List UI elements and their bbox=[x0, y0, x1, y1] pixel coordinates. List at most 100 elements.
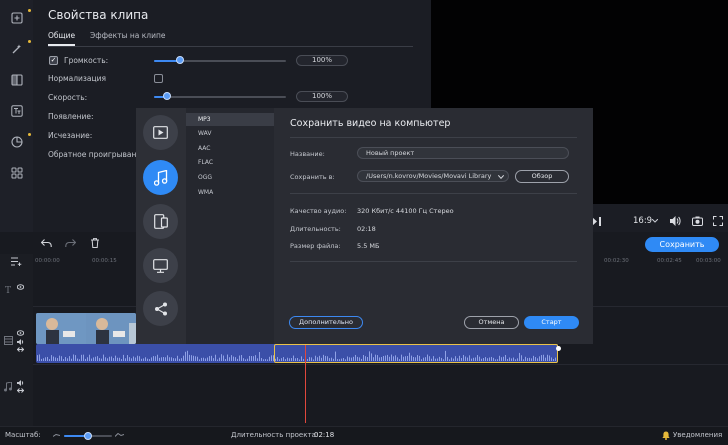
zoom-in-icon[interactable] bbox=[115, 433, 124, 437]
cancel-button[interactable]: Отмена bbox=[464, 316, 519, 329]
waveform-bar bbox=[109, 356, 110, 361]
waveform-bar bbox=[53, 356, 54, 361]
waveform-bar bbox=[157, 354, 158, 361]
export-devices-button[interactable] bbox=[143, 204, 178, 239]
tab-clip-effects[interactable]: Эффекты на клипе bbox=[90, 31, 165, 40]
add-track-icon[interactable] bbox=[11, 257, 22, 266]
waveform-bar bbox=[201, 357, 202, 361]
export-share-button[interactable] bbox=[143, 291, 178, 326]
zoom-out-icon[interactable] bbox=[53, 434, 60, 437]
titles-icon[interactable] bbox=[7, 101, 26, 120]
zoom-slider-handle[interactable] bbox=[84, 432, 92, 440]
export-audio-button[interactable] bbox=[143, 160, 178, 195]
duration-value: 02:18 bbox=[357, 225, 376, 233]
waveform-bar bbox=[95, 356, 96, 361]
status-bar: Масштаб: Длительность проекта: 02:18 Уве… bbox=[0, 426, 728, 445]
selection-end-handle[interactable] bbox=[556, 346, 561, 351]
format-item-flac[interactable]: FLAC bbox=[186, 156, 274, 169]
waveform-bar bbox=[219, 357, 220, 361]
waveform-bar bbox=[107, 358, 108, 361]
waveform-bar bbox=[161, 357, 162, 361]
waveform-bar bbox=[49, 359, 50, 361]
waveform-bar bbox=[105, 357, 106, 361]
waveform-bar bbox=[197, 356, 198, 361]
format-item-mp3[interactable]: MP3 bbox=[186, 113, 274, 126]
import-files-icon[interactable] bbox=[7, 8, 31, 27]
waveform-bar bbox=[207, 357, 208, 361]
waveform-bar bbox=[85, 358, 86, 361]
volume-value-field[interactable]: 100% bbox=[296, 55, 348, 66]
waveform-bar bbox=[163, 357, 164, 361]
reverse-playback-label: Обратное проигрывани bbox=[48, 150, 136, 159]
format-item-ogg[interactable]: OGG bbox=[186, 171, 274, 184]
speaker-icon[interactable] bbox=[17, 339, 24, 345]
waveform-bar bbox=[83, 354, 84, 361]
waveform-bar bbox=[61, 356, 62, 361]
more-tools-grid-icon[interactable] bbox=[7, 163, 26, 182]
video-clip[interactable] bbox=[36, 313, 136, 344]
waveform-bar bbox=[39, 354, 40, 361]
audio-selection-frame[interactable] bbox=[274, 344, 558, 363]
volume-slider[interactable] bbox=[154, 60, 286, 62]
aspect-ratio-selector[interactable]: 16:9 bbox=[633, 216, 652, 226]
snapshot-camera-icon[interactable] bbox=[692, 216, 703, 226]
speed-slider-handle[interactable] bbox=[163, 92, 172, 100]
waveform-bar bbox=[179, 358, 180, 361]
volume-icon[interactable] bbox=[670, 216, 681, 226]
magic-wand-icon[interactable] bbox=[7, 39, 31, 58]
waveform-bar bbox=[185, 351, 186, 361]
start-button[interactable]: Старт bbox=[524, 316, 579, 329]
normalize-checkbox[interactable] bbox=[154, 74, 163, 83]
waveform-bar bbox=[239, 355, 240, 361]
waveform-bar bbox=[151, 357, 152, 361]
volume-checkbox[interactable]: ✓ bbox=[49, 56, 58, 65]
text-track-icon: T bbox=[5, 286, 12, 296]
speed-slider[interactable] bbox=[154, 96, 286, 98]
export-video-button[interactable] bbox=[143, 115, 178, 150]
save-path-dropdown[interactable]: /Users/n.kovrov/Movies/Movavi Library bbox=[357, 170, 509, 182]
waveform-bar bbox=[65, 357, 66, 361]
tab-general[interactable]: Общие bbox=[48, 31, 75, 40]
waveform-bar bbox=[263, 359, 264, 361]
format-item-aac[interactable]: AAC bbox=[186, 142, 274, 155]
save-button[interactable]: Сохранить bbox=[645, 237, 719, 252]
waveform-bar bbox=[111, 356, 112, 361]
speed-value-field[interactable]: 100% bbox=[296, 91, 348, 102]
waveform-bar bbox=[123, 354, 124, 361]
eye-icon[interactable] bbox=[17, 284, 24, 290]
waveform-bar bbox=[177, 355, 178, 361]
waveform-bar bbox=[45, 357, 46, 361]
waveform-bar bbox=[249, 355, 250, 361]
format-item-wma[interactable]: WMA bbox=[186, 186, 274, 199]
advanced-button[interactable]: Дополнительно bbox=[289, 316, 363, 329]
format-item-wav[interactable]: WAV bbox=[186, 127, 274, 140]
export-tv-button[interactable] bbox=[143, 248, 178, 283]
waveform-bar bbox=[135, 357, 136, 361]
waveform-bar bbox=[99, 358, 100, 361]
notifications-label[interactable]: Уведомления bbox=[673, 431, 722, 439]
stickers-icon[interactable] bbox=[7, 132, 31, 151]
volume-slider-handle[interactable] bbox=[176, 56, 185, 64]
file-size-label: Размер файла: bbox=[290, 242, 341, 250]
browse-button[interactable]: Обзор bbox=[515, 170, 569, 183]
waveform-bar bbox=[189, 354, 190, 361]
eye-icon[interactable] bbox=[17, 330, 24, 336]
name-field[interactable]: Новый проект bbox=[357, 147, 569, 159]
waveform-bar bbox=[155, 356, 156, 361]
play-icon[interactable] bbox=[592, 217, 604, 226]
transitions-icon[interactable] bbox=[7, 70, 26, 89]
link-icon[interactable] bbox=[17, 347, 24, 352]
link-icon[interactable] bbox=[17, 388, 24, 393]
speaker-icon[interactable] bbox=[17, 380, 24, 386]
waveform-bar bbox=[221, 354, 222, 361]
delete-icon[interactable] bbox=[91, 238, 99, 248]
notification-bell-icon[interactable] bbox=[662, 431, 670, 440]
undo-icon[interactable] bbox=[41, 239, 52, 247]
redo-icon[interactable] bbox=[65, 239, 76, 247]
playhead[interactable] bbox=[305, 345, 306, 423]
fullscreen-icon[interactable] bbox=[713, 216, 723, 226]
save-to-label: Сохранить в: bbox=[290, 173, 335, 181]
waveform-bar bbox=[233, 356, 234, 361]
waveform-bar bbox=[149, 359, 150, 361]
waveform-bar bbox=[169, 357, 170, 361]
